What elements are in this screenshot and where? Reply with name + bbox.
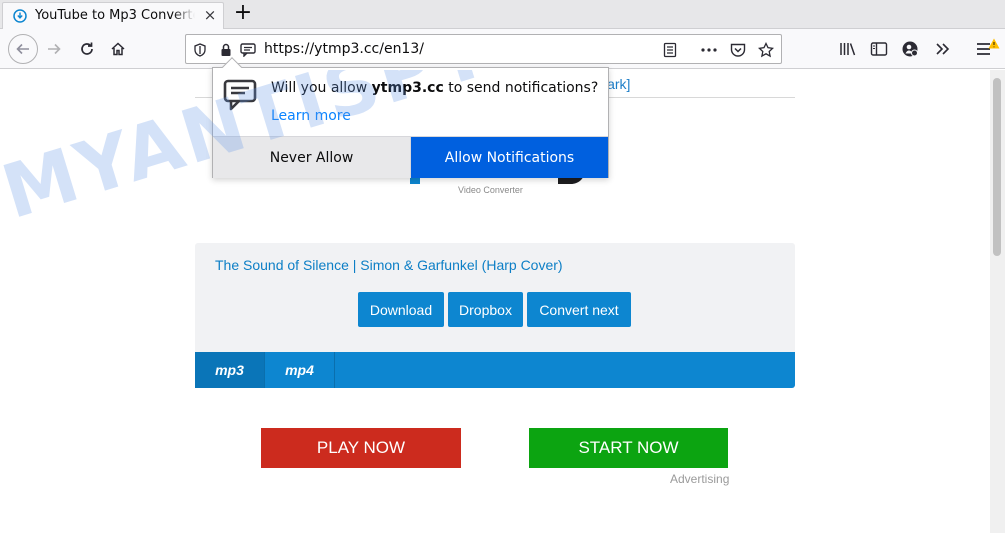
url-bar[interactable]: https://ytmp3.cc/en13/ [185, 34, 782, 64]
start-now-ad-button[interactable]: START NOW [529, 428, 728, 468]
tab-mp3[interactable]: mp3 [195, 352, 265, 388]
play-now-ad-button[interactable]: PLAY NOW [261, 428, 461, 468]
advertising-label: Advertising [670, 472, 730, 486]
close-tab-icon[interactable]: × [201, 6, 219, 24]
overflow-chevron-icon[interactable] [933, 39, 953, 59]
message-suffix: to send notifications? [443, 80, 599, 96]
learn-more-link[interactable]: Learn more [271, 108, 351, 124]
message-site: ytmp3.cc [371, 80, 444, 96]
convert-next-button[interactable]: Convert next [527, 292, 631, 327]
tracking-shield-icon[interactable] [191, 41, 209, 59]
format-tabs: mp3 mp4 [195, 352, 795, 388]
page-scrollbar[interactable] [990, 70, 1005, 533]
account-icon[interactable] [900, 39, 920, 59]
chat-bubble-icon [223, 79, 257, 111]
download-button[interactable]: Download [358, 292, 444, 327]
home-icon [111, 42, 125, 56]
page-actions-icon[interactable] [700, 41, 718, 59]
arrow-right-icon [48, 43, 61, 55]
reload-button[interactable] [73, 35, 101, 63]
allow-notifications-button[interactable]: Allow Notifications [411, 137, 608, 178]
forward-button[interactable] [40, 35, 68, 63]
download-circle-icon [13, 9, 27, 23]
tab-title: YouTube to Mp3 Converter [35, 8, 195, 23]
navigation-toolbar: https://ytmp3.cc/en13/ [0, 29, 1005, 69]
logo-subtitle: Video Converter [458, 185, 523, 195]
new-tab-button[interactable]: + [230, 1, 256, 27]
converter-panel: The Sound of Silence | Simon & Garfunkel… [195, 243, 795, 388]
notification-permission-icon[interactable] [239, 41, 257, 59]
reload-icon [81, 42, 93, 55]
warning-badge-icon [988, 34, 1000, 49]
pocket-icon[interactable] [729, 41, 747, 59]
sidebar-icon[interactable] [869, 39, 889, 59]
notification-permission-popup: Will you allow ytmp3.cc to send notifica… [212, 57, 609, 178]
tab-ytmp3[interactable]: YouTube to Mp3 Converter × [2, 2, 224, 29]
never-allow-button[interactable]: Never Allow [213, 137, 411, 178]
library-icon[interactable] [838, 39, 858, 59]
browser-window: YouTube to Mp3 Converter × + https://ytm… [0, 0, 1005, 533]
back-button[interactable] [8, 34, 38, 64]
dropbox-button[interactable]: Dropbox [448, 292, 523, 327]
url-text: https://ytmp3.cc/en13/ [264, 41, 424, 57]
message-prefix: Will you allow [271, 80, 372, 96]
reader-view-icon[interactable] [661, 41, 679, 59]
video-title: The Sound of Silence | Simon & Garfunkel… [215, 257, 563, 273]
scrollbar-thumb[interactable] [993, 78, 1001, 256]
bookmark-star-icon[interactable] [757, 41, 775, 59]
tab-strip: YouTube to Mp3 Converter × + [0, 0, 1005, 29]
lock-icon[interactable] [217, 41, 235, 59]
notification-message: Will you allow ytmp3.cc to send notifica… [271, 80, 598, 96]
tab-mp4[interactable]: mp4 [265, 352, 335, 388]
home-button[interactable] [104, 35, 132, 63]
arrow-left-icon [16, 43, 29, 55]
popup-footer: Never Allow Allow Notifications [213, 136, 608, 178]
